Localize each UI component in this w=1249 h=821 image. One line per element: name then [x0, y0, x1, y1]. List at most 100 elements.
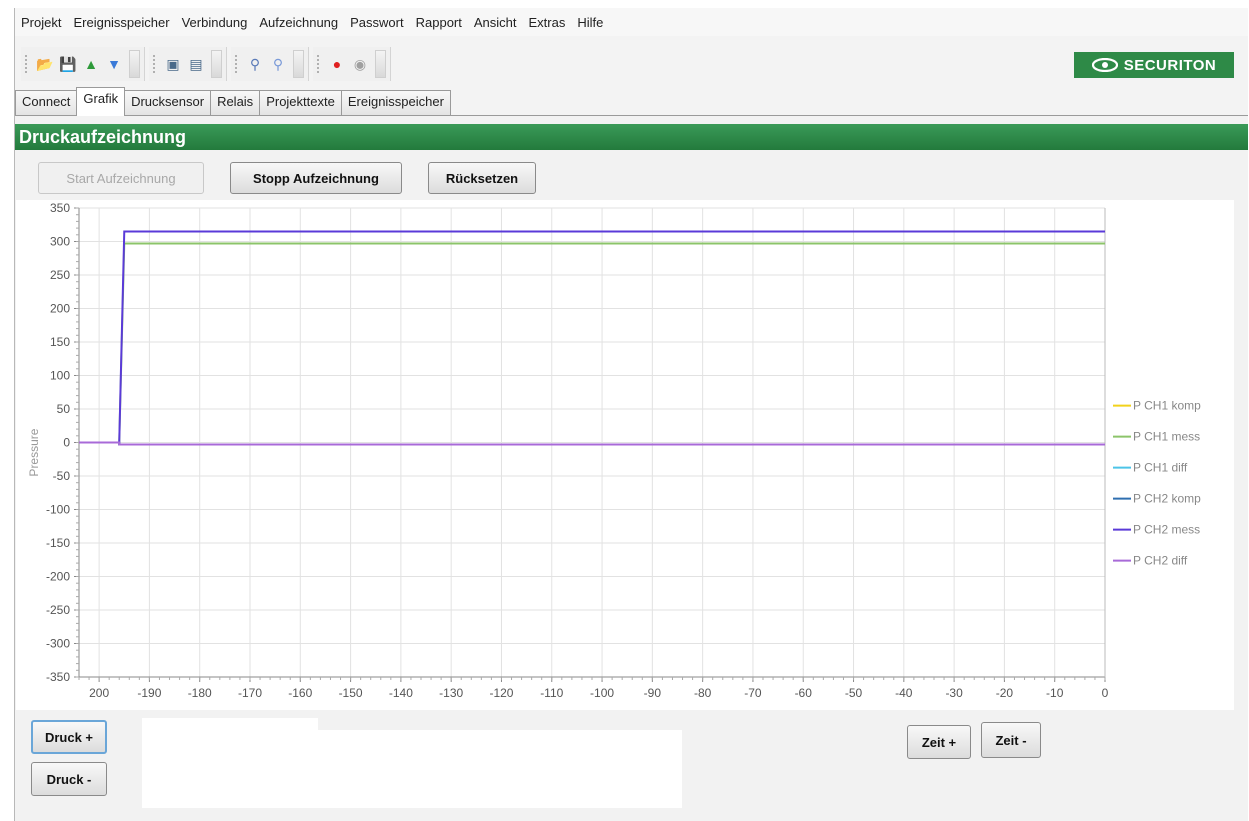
y-tick-label: 300 [50, 235, 70, 249]
y-tick-label: -200 [46, 570, 70, 584]
x-tick-label: -190 [137, 686, 161, 700]
disconnect-plug-icon[interactable]: ⚲ [268, 54, 288, 74]
y-tick-label: 0 [63, 436, 70, 450]
series-line [79, 230, 1105, 444]
toolbar-overflow-button[interactable] [211, 50, 222, 78]
tab-bar: Connect Grafik Drucksensor Relais Projek… [15, 87, 1248, 116]
y-tick-label: -250 [46, 603, 70, 617]
x-tick-label: -40 [895, 686, 913, 700]
securiton-logo: SECURITON [1074, 52, 1234, 78]
x-tick-label: -50 [845, 686, 863, 700]
menu-ereignisspeicher[interactable]: Ereignisspeicher [67, 15, 175, 30]
y-tick-label: -350 [46, 670, 70, 684]
x-tick-label: -170 [238, 686, 262, 700]
stop-recording-button[interactable]: Stopp Aufzeichnung [230, 162, 402, 194]
y-tick-label: 50 [57, 402, 71, 416]
x-tick-label: -30 [945, 686, 963, 700]
druck-minus-button[interactable]: Druck - [31, 762, 107, 796]
x-tick-label: -180 [188, 686, 212, 700]
tab-grafik[interactable]: Grafik [76, 87, 126, 116]
legend-label: P CH2 komp [1133, 492, 1201, 506]
pressure-chart: 350 300 250 200 150 100 50 0 -50 -100 -150 -200 -250… [16, 200, 1234, 710]
y-tick-label: -100 [46, 503, 70, 517]
reset-button[interactable]: Rücksetzen [428, 162, 536, 194]
legend-label: P CH2 diff [1133, 554, 1188, 568]
y-tick-label: -150 [46, 536, 70, 550]
toolbar-group: ⚲ ⚲ [231, 47, 309, 81]
y-tick-label: 150 [50, 335, 70, 349]
start-recording-button[interactable]: Start Aufzeichnung [38, 162, 204, 194]
x-tick-label: 0 [1102, 686, 1109, 700]
legend-label: P CH1 diff [1133, 461, 1188, 475]
device-icon[interactable]: ▣ [163, 54, 183, 74]
menu-bar: Projekt Ereignisspeicher Verbindung Aufz… [15, 8, 1248, 36]
x-tick-label: -110 [540, 686, 563, 700]
stop-record-icon[interactable]: ◉ [350, 54, 370, 74]
toolbar-group: 📂 💾 ▲ ▼ [21, 47, 145, 81]
x-tick-label: -90 [644, 686, 662, 700]
zeit-minus-button[interactable]: Zeit - [981, 722, 1041, 758]
toolbar-grip[interactable] [317, 55, 323, 73]
blank-area [142, 718, 318, 808]
x-tick-label: -130 [439, 686, 463, 700]
upload-arrow-icon[interactable]: ▲ [81, 54, 101, 74]
tab-relais[interactable]: Relais [210, 90, 261, 115]
connect-plug-icon[interactable]: ⚲ [245, 54, 265, 74]
x-tick-label: -20 [996, 686, 1014, 700]
record-icon[interactable]: ● [327, 54, 347, 74]
zeit-plus-button[interactable]: Zeit + [907, 725, 971, 759]
toolbar-grip[interactable] [25, 55, 31, 73]
device-config-icon[interactable]: ▤ [186, 54, 206, 74]
legend-label: P CH2 mess [1133, 523, 1200, 537]
download-arrow-icon[interactable]: ▼ [104, 54, 124, 74]
brand-name: SECURITON [1123, 56, 1217, 74]
menu-passwort[interactable]: Passwort [344, 15, 409, 30]
y-tick-label: 100 [50, 369, 70, 383]
x-tick-label: 200 [89, 686, 109, 700]
y-tick-label: 200 [50, 302, 70, 316]
legend-label: P CH1 mess [1133, 430, 1200, 444]
toolbar-grip[interactable] [153, 55, 159, 73]
menu-extras[interactable]: Extras [523, 15, 572, 30]
folder-open-icon[interactable]: 📂 [35, 54, 55, 74]
x-tick-label: -100 [590, 686, 614, 700]
toolbar-overflow-button[interactable] [129, 50, 140, 78]
pressure-chart-svg: 350300250200150100500-50-100-150-200-250… [27, 201, 1201, 700]
series-line [79, 242, 1105, 444]
toolbar-group: ● ◉ [313, 47, 391, 81]
toolbar-overflow-button[interactable] [375, 50, 386, 78]
tab-drucksensor[interactable]: Drucksensor [124, 90, 212, 115]
y-axis-label: Pressure [27, 428, 41, 476]
menu-rapport[interactable]: Rapport [410, 15, 468, 30]
druck-plus-button[interactable]: Druck + [31, 720, 107, 754]
toolbar-grip[interactable] [235, 55, 241, 73]
y-tick-label: -300 [46, 637, 70, 651]
x-tick-label: -160 [288, 686, 312, 700]
x-tick-label: -60 [795, 686, 813, 700]
x-tick-label: -10 [1046, 686, 1064, 700]
menu-aufzeichnung[interactable]: Aufzeichnung [253, 15, 344, 30]
toolbar-group: ▣ ▤ [149, 47, 227, 81]
toolbar-overflow-button[interactable] [293, 50, 304, 78]
menu-ansicht[interactable]: Ansicht [468, 15, 523, 30]
x-tick-label: -80 [694, 686, 712, 700]
menu-hilfe[interactable]: Hilfe [571, 15, 609, 30]
tab-projekttexte[interactable]: Projekttexte [259, 90, 342, 115]
menu-projekt[interactable]: Projekt [15, 15, 67, 30]
toolbar: 📂 💾 ▲ ▼ ▣ ▤ ⚲ ⚲ ● ◉ [15, 38, 605, 90]
legend-label: P CH1 komp [1133, 399, 1201, 413]
tab-connect[interactable]: Connect [15, 90, 78, 115]
y-tick-label: 250 [50, 268, 70, 282]
save-icon[interactable]: 💾 [58, 54, 78, 74]
tab-ereignisspeicher[interactable]: Ereignisspeicher [340, 90, 451, 115]
y-tick-label: -50 [53, 469, 71, 483]
menu-verbindung[interactable]: Verbindung [176, 15, 254, 30]
x-tick-label: -150 [339, 686, 363, 700]
x-tick-label: -120 [489, 686, 513, 700]
y-tick-label: 350 [50, 201, 70, 215]
panel-title: Druckaufzeichnung [15, 124, 1248, 150]
x-tick-label: -70 [744, 686, 762, 700]
blank-area [318, 730, 682, 808]
eye-logo-icon [1091, 58, 1118, 72]
x-tick-label: -140 [389, 686, 413, 700]
